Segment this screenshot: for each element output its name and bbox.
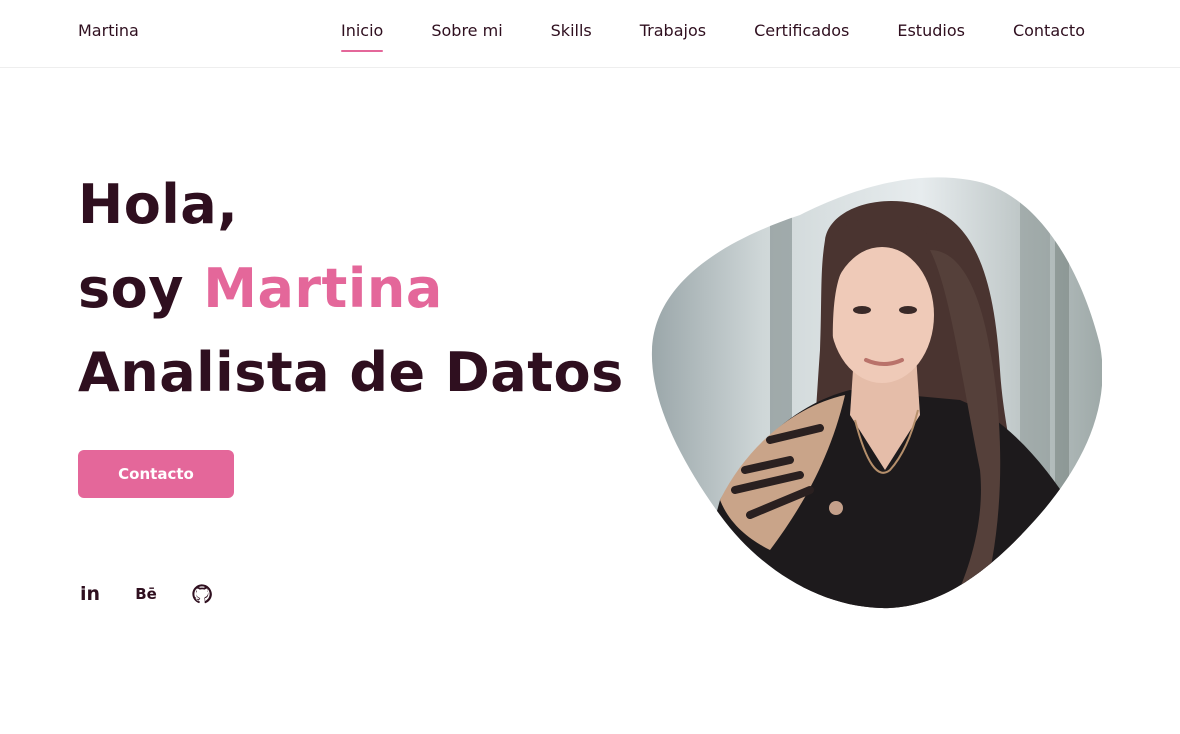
nav-sobre-mi[interactable]: Sobre mi (431, 21, 502, 40)
profile-photo (650, 170, 1102, 610)
nav-trabajos[interactable]: Trabajos (640, 21, 706, 40)
hero-greeting: Hola, (78, 173, 239, 236)
nav-certificados[interactable]: Certificados (754, 21, 849, 40)
linkedin-icon[interactable]: in (78, 582, 102, 606)
nav-skills[interactable]: Skills (551, 21, 592, 40)
hero-intro: soy (78, 257, 204, 320)
hero-role: Analista de Datos (78, 341, 624, 404)
main-nav: Inicio Sobre mi Skills Trabajos Certific… (341, 21, 1085, 52)
contact-button[interactable]: Contacto (78, 450, 234, 498)
hero-intro-line: soy Martina (78, 247, 624, 331)
behance-icon[interactable]: Bē (134, 582, 158, 606)
site-header: Martina Inicio Sobre mi Skills Trabajos … (0, 0, 1180, 68)
logo-link[interactable]: Martina (78, 21, 139, 40)
social-links: in Bē (78, 582, 246, 606)
github-icon[interactable] (190, 582, 214, 606)
nav-estudios[interactable]: Estudios (897, 21, 965, 40)
nav-contacto[interactable]: Contacto (1013, 21, 1085, 40)
nav-inicio[interactable]: Inicio (341, 21, 384, 52)
hero-text: Hola, soy Martina Analista de Datos (78, 163, 624, 415)
hero-name: Martina (203, 257, 443, 320)
